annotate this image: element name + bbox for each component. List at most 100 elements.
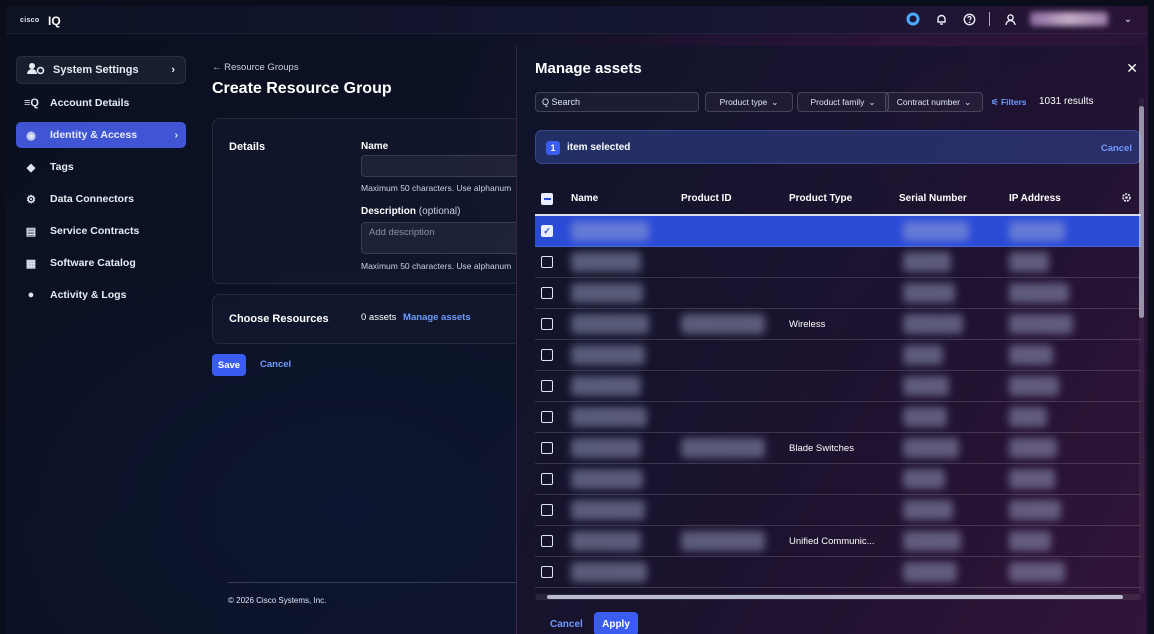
product-type-cell: Blade Switches: [789, 443, 854, 454]
system-settings-switcher[interactable]: System Settings ›: [16, 56, 186, 84]
table-row[interactable]: [535, 278, 1141, 309]
manage-assets-panel: Manage assets ✕ Q Search Product type ⌄ …: [516, 46, 1146, 634]
row-checkbox[interactable]: ✓: [541, 225, 553, 237]
description-field[interactable]: Add description: [361, 222, 521, 254]
table-row[interactable]: [535, 340, 1141, 371]
column-product-type[interactable]: Product Type: [789, 193, 852, 204]
select-all-checkbox[interactable]: [541, 193, 553, 205]
save-button[interactable]: Save: [212, 354, 246, 376]
table-row[interactable]: [535, 402, 1141, 433]
choose-resources-heading: Choose Resources: [229, 313, 329, 325]
table-row[interactable]: [535, 495, 1141, 526]
logo[interactable]: cisco IQ: [20, 14, 61, 28]
tag-icon: ◆: [26, 161, 36, 174]
table-row[interactable]: Unified Communic...: [535, 526, 1141, 557]
sidebar-item-label: Software Catalog: [50, 257, 136, 269]
sidebar-item-service-contracts[interactable]: ▤ Service Contracts: [16, 218, 186, 244]
help-icon[interactable]: [961, 11, 977, 27]
bell-icon[interactable]: [933, 11, 949, 27]
redacted-ip: [1009, 221, 1065, 241]
column-ip-address[interactable]: IP Address: [1009, 193, 1061, 204]
manage-assets-link[interactable]: Manage assets: [403, 312, 471, 323]
redacted-name: [571, 376, 641, 396]
redacted-serial: [903, 283, 955, 303]
assets-count: 0 assets: [361, 312, 397, 323]
horizontal-scroll-thumb[interactable]: [547, 595, 1123, 599]
panel-cancel-button[interactable]: Cancel: [550, 619, 583, 630]
cisco-logo: cisco: [20, 17, 40, 24]
product-family-filter[interactable]: Product family ⌄: [797, 92, 889, 112]
row-checkbox[interactable]: [541, 318, 553, 330]
row-checkbox[interactable]: [541, 380, 553, 392]
redacted-ip: [1009, 469, 1055, 489]
column-settings-icon[interactable]: [1121, 192, 1132, 206]
row-checkbox[interactable]: [541, 566, 553, 578]
sidebar-item-label: Activity & Logs: [50, 289, 127, 301]
table-row[interactable]: [535, 247, 1141, 278]
sidebar-item-identity-access[interactable]: ◉ Identity & Access ›: [16, 122, 186, 148]
selection-bar: 1 item selected Cancel: [535, 130, 1141, 164]
product-type-cell: Unified Communic...: [789, 536, 875, 547]
redacted-serial: [903, 376, 949, 396]
row-checkbox[interactable]: [541, 287, 553, 299]
column-name[interactable]: Name: [571, 193, 598, 204]
sidebar-item-account-details[interactable]: ≡Q Account Details: [16, 90, 186, 116]
search-input[interactable]: Q Search: [535, 92, 699, 112]
account-search-icon: ≡Q: [24, 97, 39, 109]
row-checkbox[interactable]: [541, 442, 553, 454]
chevron-down-icon[interactable]: ⌄: [1120, 11, 1136, 27]
column-serial-number[interactable]: Serial Number: [899, 193, 967, 204]
sidebar-item-tags[interactable]: ◆ Tags: [16, 154, 186, 180]
redacted-ip: [1009, 252, 1049, 272]
redacted-serial: [903, 531, 961, 551]
filters-button[interactable]: ⚟ Filters: [991, 97, 1027, 108]
vertical-scroll-thumb[interactable]: [1139, 106, 1144, 318]
table-row[interactable]: [535, 464, 1141, 495]
description-placeholder: Add description: [369, 227, 435, 238]
redacted-name: [571, 252, 641, 272]
user-name-redacted[interactable]: [1030, 12, 1108, 26]
cancel-button[interactable]: Cancel: [260, 359, 291, 370]
footer-divider: [228, 582, 516, 583]
contract-number-filter[interactable]: Contract number ⌄: [885, 92, 983, 112]
apply-button[interactable]: Apply: [594, 612, 638, 634]
breadcrumb[interactable]: ← Resource Groups: [212, 62, 299, 73]
sidebar-item-software-catalog[interactable]: ▦ Software Catalog: [16, 250, 186, 276]
selected-count-badge: 1: [546, 141, 560, 155]
contract-icon: ▤: [25, 225, 37, 238]
name-hint: Maximum 50 characters. Use alphanum: [361, 183, 512, 193]
name-field[interactable]: [361, 155, 521, 177]
results-count: 1031 results: [1039, 96, 1094, 107]
sidebar-item-activity-logs[interactable]: ● Activity & Logs: [16, 282, 186, 308]
user-icon[interactable]: [1002, 11, 1018, 27]
row-checkbox[interactable]: [541, 411, 553, 423]
table-row[interactable]: [535, 557, 1141, 588]
table-row[interactable]: Blade Switches: [535, 433, 1141, 464]
redacted-name: [571, 407, 647, 427]
row-checkbox[interactable]: [541, 504, 553, 516]
table-row[interactable]: [535, 371, 1141, 402]
details-card: Details Name Maximum 50 characters. Use …: [212, 118, 522, 284]
redacted-name: [571, 221, 649, 241]
redacted-ip: [1009, 562, 1065, 582]
column-product-id[interactable]: Product ID: [681, 193, 732, 204]
redacted-product-id: [681, 531, 765, 551]
redacted-product-id: [681, 438, 765, 458]
product-type-filter[interactable]: Product type ⌄: [705, 92, 793, 112]
clear-selection-button[interactable]: Cancel: [1101, 143, 1132, 154]
redacted-ip: [1009, 500, 1061, 520]
close-icon[interactable]: ✕: [1126, 60, 1138, 77]
row-checkbox[interactable]: [541, 256, 553, 268]
table-row[interactable]: ✓: [535, 216, 1141, 247]
row-checkbox[interactable]: [541, 473, 553, 485]
row-checkbox[interactable]: [541, 349, 553, 361]
table-row[interactable]: Wireless: [535, 309, 1141, 340]
system-settings-label: System Settings: [53, 64, 139, 76]
row-checkbox[interactable]: [541, 535, 553, 547]
sidebar-item-data-connectors[interactable]: ⚙ Data Connectors: [16, 186, 186, 212]
redacted-product-id: [681, 314, 765, 334]
filter-label: Product family: [810, 97, 865, 107]
table-header: Name Product ID Product Type Serial Numb…: [535, 182, 1141, 216]
redacted-name: [571, 345, 645, 365]
sync-icon[interactable]: [905, 11, 921, 27]
